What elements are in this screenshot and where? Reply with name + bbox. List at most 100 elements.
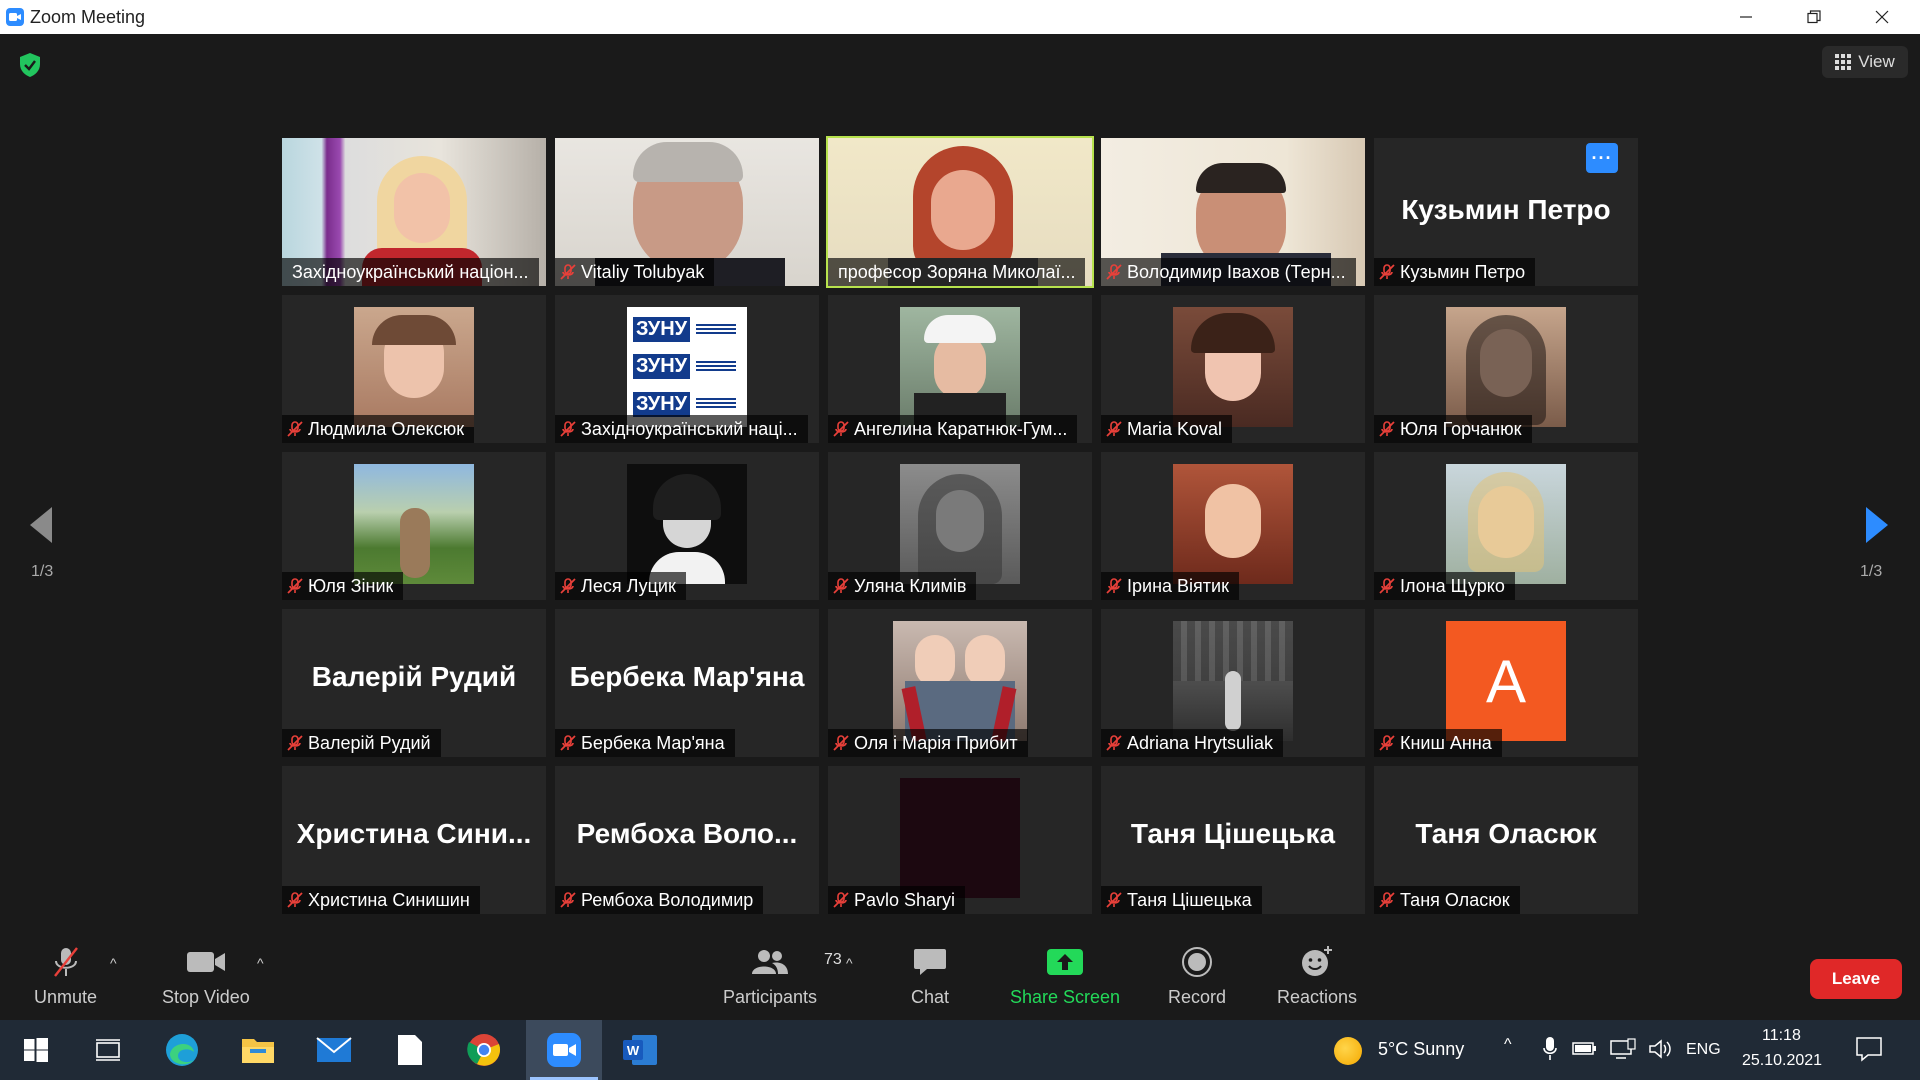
participant-tile[interactable]: Таня Цішецька Таня Цішецька <box>1101 766 1365 914</box>
participant-tile[interactable]: Валерій Рудий Валерій Рудий <box>282 609 546 757</box>
file-explorer-icon[interactable] <box>226 1020 290 1080</box>
muted-mic-icon <box>1106 735 1122 751</box>
muted-mic-icon <box>560 578 576 594</box>
profile-photo <box>1446 464 1566 584</box>
participant-tile[interactable]: ЗУНУ ЗУНУ ЗУНУ Західноукраїнський наці..… <box>555 295 819 443</box>
participant-name-bar: Бербека Мар'яна <box>555 729 735 757</box>
participant-name-bar: Володимир Івахов (Терн... <box>1101 258 1356 286</box>
participant-name-bar: Оля і Марія Прибит <box>828 729 1028 757</box>
chrome-browser-icon[interactable] <box>452 1020 516 1080</box>
participant-name-bar: Таня Оласюк <box>1374 886 1520 914</box>
show-hidden-icons-chevron-icon[interactable]: ^ <box>1504 1036 1512 1054</box>
audio-options-chevron-icon[interactable]: ^ <box>110 955 117 971</box>
clock-date[interactable]: 25.10.2021 <box>1742 1052 1822 1070</box>
participant-tile[interactable]: A Книш Анна <box>1374 609 1638 757</box>
participant-name-bar: Валерій Рудий <box>282 729 441 757</box>
close-button[interactable] <box>1852 0 1912 34</box>
participant-name: Ірина Віятик <box>1127 575 1229 596</box>
minimize-button[interactable] <box>1716 0 1776 34</box>
network-icon[interactable] <box>1610 1038 1636 1065</box>
muted-mic-icon <box>560 892 576 908</box>
participant-tile[interactable]: Володимир Івахов (Терн... <box>1101 138 1365 286</box>
profile-photo <box>900 464 1020 584</box>
muted-mic-icon <box>1106 421 1122 437</box>
participant-tile[interactable]: Ангелина Каратнюк-Гум... <box>828 295 1092 443</box>
muted-mic-icon <box>833 578 849 594</box>
participant-tile[interactable]: Adriana Hrytsuliak <box>1101 609 1365 757</box>
participant-tile[interactable]: Юля Горчанюк <box>1374 295 1638 443</box>
task-view-icon[interactable] <box>76 1020 140 1080</box>
participant-tile[interactable]: Vitaliy Tolubyak <box>555 138 819 286</box>
muted-mic-icon <box>833 421 849 437</box>
battery-icon[interactable] <box>1572 1040 1598 1061</box>
previous-page-arrow-icon[interactable] <box>26 505 56 545</box>
record-button[interactable]: Record <box>1168 945 1226 1008</box>
participant-tile-active-speaker[interactable]: професор Зоряна Миколаї... <box>826 136 1094 288</box>
stop-video-button[interactable]: Stop Video <box>162 945 250 1008</box>
participant-tile[interactable]: ··· Кузьмин Петро Кузьмин Петро <box>1374 138 1638 286</box>
participant-name-bar: Pavlo Sharyi <box>828 886 966 914</box>
encryption-shield-icon[interactable] <box>18 52 42 78</box>
participant-name: Юля Зіник <box>308 575 394 596</box>
microphone-tray-icon[interactable] <box>1542 1036 1558 1067</box>
share-screen-button[interactable]: Share Screen <box>1010 945 1120 1008</box>
muted-microphone-icon <box>49 945 83 979</box>
action-center-icon[interactable] <box>1856 1036 1882 1067</box>
unmute-button[interactable]: Unmute <box>34 945 97 1008</box>
leave-button[interactable]: Leave <box>1810 959 1902 999</box>
document-file-icon[interactable] <box>378 1020 442 1080</box>
word-icon[interactable]: W <box>602 1020 678 1080</box>
chat-bubble-icon <box>913 945 947 979</box>
participant-name-bar: Таня Цішецька <box>1101 886 1262 914</box>
volume-icon[interactable] <box>1648 1038 1674 1065</box>
participant-tile[interactable]: Оля і Марія Прибит <box>828 609 1092 757</box>
participant-tile[interactable]: Pavlo Sharyi <box>828 766 1092 914</box>
more-options-button[interactable]: ··· <box>1586 143 1618 173</box>
muted-mic-icon <box>833 735 849 751</box>
video-options-chevron-icon[interactable]: ^ <box>257 955 264 971</box>
zoom-taskbar-icon[interactable] <box>526 1020 602 1080</box>
participant-name: Володимир Івахов (Терн... <box>1127 261 1346 282</box>
participants-options-chevron-icon[interactable]: ^ <box>846 955 853 971</box>
participant-name-bar: Рембоха Володимир <box>555 886 764 914</box>
reactions-button[interactable]: Reactions <box>1277 945 1357 1008</box>
mail-icon[interactable] <box>302 1020 366 1080</box>
participant-name-bar: Adriana Hrytsuliak <box>1101 729 1284 757</box>
participant-name-bar: Юля Горчанюк <box>1374 415 1532 443</box>
profile-photo <box>354 307 474 427</box>
participant-tile[interactable]: Таня Оласюк Таня Оласюк <box>1374 766 1638 914</box>
gallery-grid: Західноукраїнський націон... Vitaliy Tol… <box>282 136 1638 914</box>
record-icon <box>1181 945 1213 979</box>
view-button[interactable]: View <box>1822 46 1908 78</box>
participant-tile[interactable]: Христина Сини... Христина Синишин <box>282 766 546 914</box>
clock-time[interactable]: 11:18 <box>1762 1027 1801 1045</box>
participant-tile[interactable]: Maria Koval <box>1101 295 1365 443</box>
participant-tile[interactable]: Уляна Климів <box>828 452 1092 600</box>
participant-tile[interactable]: Західноукраїнський націон... <box>282 138 546 286</box>
participant-tile[interactable]: Бербека Мар'яна Бербека Мар'яна <box>555 609 819 757</box>
participant-display-name: Христина Сини... <box>296 818 532 849</box>
chat-button[interactable]: Chat <box>911 945 949 1008</box>
edge-browser-icon[interactable] <box>150 1020 214 1080</box>
participant-name: професор Зоряна Миколаї... <box>838 261 1076 282</box>
participant-tile[interactable]: Ілона Щурко <box>1374 452 1638 600</box>
participant-tile[interactable]: Юля Зіник <box>282 452 546 600</box>
participant-tile[interactable]: Людмила Олексюк <box>282 295 546 443</box>
input-language[interactable]: ENG <box>1686 1041 1721 1059</box>
participants-button[interactable]: 73 Participants <box>723 945 842 1008</box>
video-camera-icon <box>186 945 226 979</box>
participant-tile[interactable]: Ірина Віятик <box>1101 452 1365 600</box>
weather-text[interactable]: 5°C Sunny <box>1378 1039 1464 1060</box>
windows-start-icon[interactable] <box>4 1020 68 1080</box>
restore-button[interactable] <box>1784 0 1844 34</box>
muted-mic-icon <box>1106 264 1122 280</box>
participant-name: Кузьмин Петро <box>1400 261 1526 282</box>
share-screen-arrow-icon <box>1046 945 1084 979</box>
participant-tile[interactable]: Леся Луцик <box>555 452 819 600</box>
next-page-arrow-icon[interactable] <box>1862 505 1892 545</box>
participant-tile[interactable]: Рембоха Воло... Рембоха Володимир <box>555 766 819 914</box>
participant-name: Західноукраїнський наці... <box>581 418 798 439</box>
participant-name-bar: Юля Зіник <box>282 572 404 600</box>
participant-name: Бербека Мар'яна <box>581 732 725 753</box>
weather-sun-icon[interactable] <box>1334 1037 1362 1065</box>
